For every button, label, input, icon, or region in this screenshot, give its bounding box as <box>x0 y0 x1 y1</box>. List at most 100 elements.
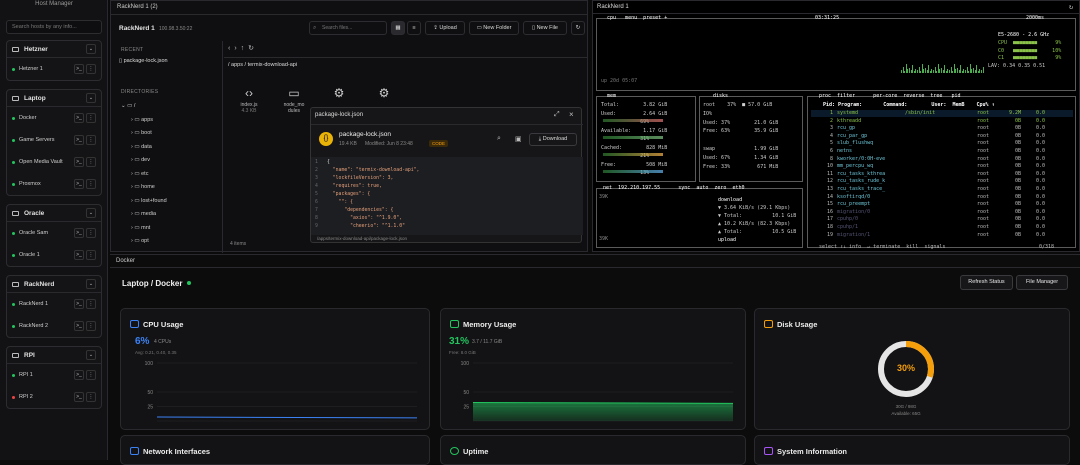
process-row[interactable]: 12 rcu_tasks_rude_k root 0B 0.0 <box>811 178 1073 185</box>
process-row[interactable]: 3 rcu_gp root 0B 0.0 <box>811 125 1073 132</box>
host-item[interactable]: Oracle Sam >_ ⋮ <box>7 222 101 244</box>
chevron-down-icon[interactable]: ⌄ <box>86 279 96 289</box>
terminal-icon[interactable]: >_ <box>74 321 84 331</box>
refresh-status-button[interactable]: Refresh Status <box>960 275 1013 290</box>
refresh-icon[interactable]: ↻ <box>1069 3 1073 11</box>
file-item[interactable]: ▭ node_mo dules <box>279 86 309 114</box>
process-row[interactable]: 4 rcu_par_gp root 0B 0.0 <box>811 133 1073 140</box>
more-icon[interactable]: ⋮ <box>86 250 96 260</box>
terminal-icon[interactable]: >_ <box>74 179 84 189</box>
process-row[interactable]: 19 migration/1 root 0B 0.0 <box>811 232 1073 239</box>
process-row[interactable]: 10 mm_percpu_wq root 0B 0.0 <box>811 163 1073 170</box>
directory-item[interactable]: › ▭ lost+found <box>131 198 167 204</box>
more-icon[interactable]: ⋮ <box>86 392 96 402</box>
docker-tab[interactable]: Docker <box>116 258 135 264</box>
more-icon[interactable]: ⋮ <box>86 299 96 309</box>
more-icon[interactable]: ⋮ <box>86 179 96 189</box>
more-icon[interactable]: ⋮ <box>86 135 96 145</box>
host-group-header[interactable]: Laptop ⌄ <box>7 90 101 107</box>
file-manager-button[interactable]: File Manager <box>1016 275 1068 290</box>
host-item[interactable]: RackNerd 2 >_ ⋮ <box>7 315 101 337</box>
chevron-down-icon[interactable]: ⌄ <box>86 350 96 360</box>
terminal-icon[interactable]: >_ <box>74 370 84 380</box>
host-item[interactable]: Game Servers >_ ⋮ <box>7 129 101 151</box>
host-item[interactable]: Oracle 1 >_ ⋮ <box>7 244 101 266</box>
host-item[interactable]: RPI 2 >_ ⋮ <box>7 386 101 408</box>
directory-item[interactable]: › ▭ mnt <box>131 225 150 231</box>
process-row[interactable]: 13 rcu_tasks_trace_ root 0B 0.0 <box>811 186 1073 193</box>
host-item[interactable]: RackNerd 1 >_ ⋮ <box>7 293 101 315</box>
host-item[interactable]: Proxmox >_ ⋮ <box>7 173 101 195</box>
terminal-icon[interactable]: >_ <box>74 64 84 74</box>
more-icon[interactable]: ⋮ <box>86 228 96 238</box>
breadcrumb[interactable]: / apps / termix-download-api <box>228 62 297 68</box>
file-item[interactable]: ‹› index.js 4.3 KB <box>234 86 264 114</box>
process-row[interactable]: 2 kthreadd root 0B 0.0 <box>811 118 1073 125</box>
directory-item[interactable]: › ▭ apps <box>131 117 153 123</box>
terminal-icon[interactable]: >_ <box>74 157 84 167</box>
refresh-icon[interactable]: ↻ <box>571 21 585 35</box>
directory-item[interactable]: › ▭ boot <box>131 130 152 136</box>
host-item[interactable]: RPI 1 >_ ⋮ <box>7 364 101 386</box>
directory-item[interactable]: › ▭ opt <box>131 238 149 244</box>
expand-icon[interactable]: ⤢ <box>554 111 560 119</box>
directory-item[interactable]: › ▭ data <box>131 144 152 150</box>
terminal-panel[interactable]: RackNerd 1 ↻ cpu menu preset + 03:31:25 … <box>592 0 1080 252</box>
process-row[interactable]: 5 slub_flushwq root 0B 0.0 <box>811 140 1073 147</box>
process-row[interactable]: 18 cpuhp/1 root 0B 0.0 <box>811 224 1073 231</box>
more-icon[interactable]: ⋮ <box>86 370 96 380</box>
host-item[interactable]: Docker >_ ⋮ <box>7 107 101 129</box>
page-title: Laptop / Docker <box>122 279 183 288</box>
new-file-button[interactable]: ▯ New File <box>523 21 567 35</box>
more-icon[interactable]: ⋮ <box>86 113 96 123</box>
list-view-icon[interactable]: ≡ <box>407 21 421 35</box>
terminal-icon[interactable]: >_ <box>74 299 84 309</box>
file-manager-tab[interactable]: RackNerd 1 (2) <box>117 4 158 10</box>
file-item[interactable]: ⚙ <box>369 86 399 102</box>
terminal-icon[interactable]: >_ <box>74 250 84 260</box>
directory-item[interactable]: › ▭ media <box>131 211 156 217</box>
terminal-icon[interactable]: >_ <box>74 113 84 123</box>
grid-view-icon[interactable]: ▦ <box>391 21 405 35</box>
close-icon[interactable]: × <box>569 110 574 119</box>
upload-button[interactable]: ⇪ Upload <box>425 21 465 35</box>
terminal-icon[interactable]: >_ <box>74 392 84 402</box>
more-icon[interactable]: ⋮ <box>86 64 96 74</box>
process-row[interactable]: 6 netns root 0B 0.0 <box>811 148 1073 155</box>
nav-arrows[interactable]: ‹›↑↻ <box>228 44 258 52</box>
process-row[interactable]: 14 ksoftirqd/0 root 0B 0.0 <box>811 194 1073 201</box>
file-item[interactable]: ⚙ <box>324 86 354 102</box>
terminal-icon[interactable]: >_ <box>74 135 84 145</box>
disk-available: Available: 65G <box>891 411 921 416</box>
process-row[interactable]: 15 rcu_preempt root 0B 0.0 <box>811 201 1073 208</box>
chevron-down-icon[interactable]: ⌄ <box>86 93 96 103</box>
recent-file-item[interactable]: ▯ package-lock.json <box>119 58 168 64</box>
directory-item[interactable]: › ▭ dev <box>131 157 150 163</box>
host-item[interactable]: Hetzner 1 >_ ⋮ <box>7 58 101 80</box>
terminal-icon[interactable]: >_ <box>74 228 84 238</box>
host-search-input[interactable]: Search hosts by any info... <box>6 20 102 34</box>
host-group-header[interactable]: RPI ⌄ <box>7 347 101 364</box>
process-row[interactable]: 17 cpuhp/0 root 0B 0.0 <box>811 216 1073 223</box>
chevron-down-icon[interactable]: ⌄ <box>86 208 96 218</box>
more-icon[interactable]: ⋮ <box>86 321 96 331</box>
host-group-header[interactable]: RackNerd ⌄ <box>7 276 101 293</box>
directory-item[interactable]: › ▭ etc <box>131 171 148 177</box>
process-row[interactable]: 8 kworker/0:0H-eve root 0B 0.0 <box>811 156 1073 163</box>
new-folder-button[interactable]: ▭ New Folder <box>469 21 519 35</box>
process-row[interactable]: 16 migration/0 root 0B 0.0 <box>811 209 1073 216</box>
host-item[interactable]: Open Media Vault >_ ⋮ <box>7 151 101 173</box>
file-search-input[interactable]: ⌕ Search files... <box>309 21 387 35</box>
directory-item[interactable]: › ▭ home <box>131 184 155 190</box>
process-row[interactable]: 11 rcu_tasks_kthrea root 0B 0.0 <box>811 171 1073 178</box>
host-group-header[interactable]: Oracle ⌄ <box>7 205 101 222</box>
search-icon[interactable]: ⌕ <box>497 135 501 143</box>
process-row[interactable]: 1 systemd/sbin/init root 9.2M 0.0 <box>811 110 1073 117</box>
terminal-tab[interactable]: RackNerd 1 <box>597 4 629 10</box>
host-group-header[interactable]: Hetzner ⌄ <box>7 41 101 58</box>
directory-item[interactable]: ⌄ ▭ / <box>121 103 135 109</box>
more-icon[interactable]: ⋮ <box>86 157 96 167</box>
download-button[interactable]: ⤓ Download <box>529 133 577 146</box>
chevron-down-icon[interactable]: ⌄ <box>86 44 96 54</box>
image-icon[interactable]: ▣ <box>515 135 522 143</box>
